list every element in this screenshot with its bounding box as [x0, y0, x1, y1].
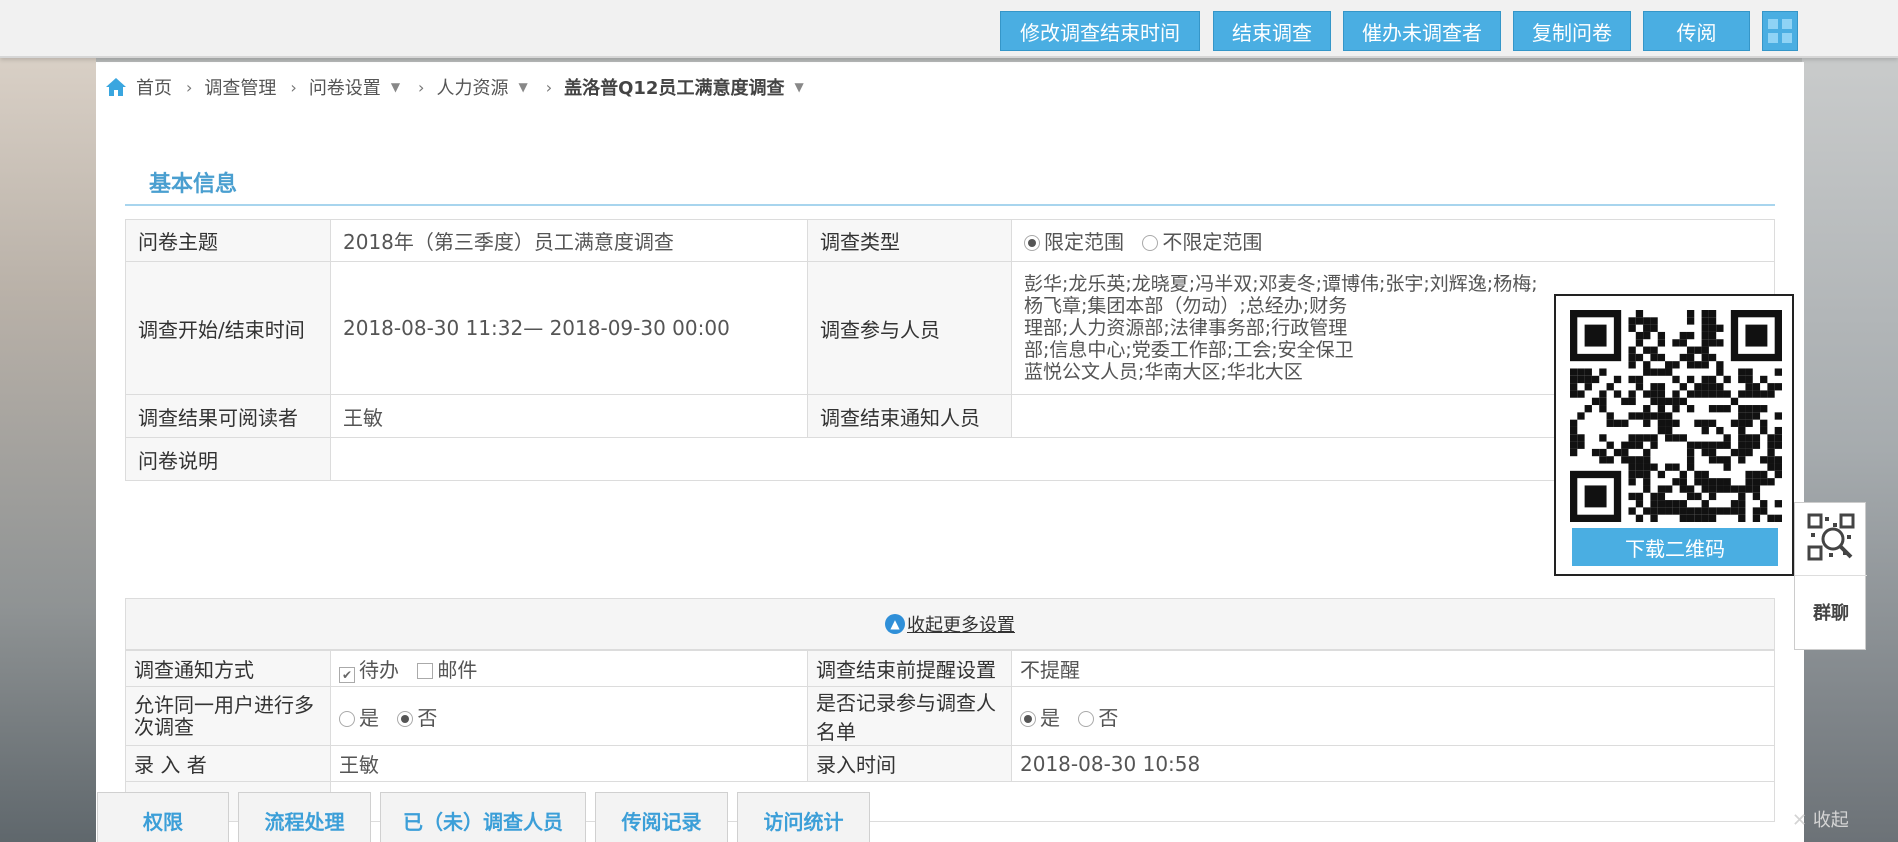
- type-options: 限定范围 不限定范围: [1011, 219, 1775, 262]
- tab-visit-stats[interactable]: 访问统计: [737, 792, 870, 842]
- multi-label: 允许同一用户进行多次调查: [125, 686, 331, 746]
- qr-code-image: [1570, 310, 1782, 522]
- time-label: 调查开始/结束时间: [125, 261, 331, 395]
- type-label: 调查类型: [807, 219, 1012, 262]
- breadcrumb-current: 盖洛普Q12员工满意度调查: [564, 78, 785, 99]
- side-widget: 群聊: [1794, 502, 1867, 650]
- end-survey-button[interactable]: 结束调查: [1213, 11, 1331, 51]
- radio-icon[interactable]: [1142, 235, 1159, 251]
- breadcrumb-separator-icon: ›: [418, 77, 425, 97]
- modify-end-time-button[interactable]: 修改调查结束时间: [1000, 11, 1200, 51]
- creator-value: 王敏: [330, 745, 808, 782]
- breadcrumb-hr[interactable]: 人力资源: [436, 74, 508, 100]
- radio-icon[interactable]: [1078, 710, 1095, 727]
- section-title: 基本信息: [149, 172, 238, 197]
- radio-icon[interactable]: [1024, 235, 1040, 251]
- multi-options: 是 否: [330, 686, 808, 746]
- tab-circulation-records[interactable]: 传阅记录: [595, 792, 728, 842]
- remind-value: 不提醒: [1011, 650, 1775, 687]
- participants-label: 调查参与人员: [807, 261, 1012, 395]
- description-label: 问卷说明: [125, 437, 331, 481]
- breadcrumb-separator-icon: ›: [186, 77, 193, 97]
- background-left: [0, 58, 96, 842]
- tab-workflow[interactable]: 流程处理: [238, 792, 371, 842]
- time-value: 2018-08-30 11:32— 2018-09-30 00:00: [330, 261, 808, 395]
- subject-value: 2018年（第三季度）员工满意度调查: [330, 219, 808, 262]
- multi-no-option[interactable]: 否: [397, 706, 437, 730]
- chevron-down-icon[interactable]: ▼: [518, 80, 527, 94]
- created-time-value: 2018-08-30 10:58: [1011, 745, 1775, 782]
- home-icon[interactable]: [104, 75, 128, 99]
- type-option-unlimited[interactable]: 不限定范围: [1142, 230, 1262, 254]
- breadcrumb-survey-management[interactable]: 调查管理: [204, 74, 276, 100]
- remind-label: 调查结束前提醒设置: [807, 650, 1012, 687]
- radio-icon[interactable]: [1020, 710, 1036, 727]
- readers-value: 王敏: [330, 394, 808, 438]
- record-label: 是否记录参与调查人名单: [807, 686, 1012, 746]
- chevron-down-icon[interactable]: ▼: [794, 80, 803, 94]
- section-divider: [125, 204, 1775, 206]
- collapse-more-settings[interactable]: ▲ 收起更多设置: [125, 598, 1775, 650]
- close-icon[interactable]: ✕: [1792, 810, 1813, 831]
- record-yes-option[interactable]: 是: [1020, 706, 1060, 730]
- chevron-down-icon[interactable]: ▼: [391, 80, 400, 94]
- qr-code-popup: 下载二维码: [1554, 294, 1794, 576]
- notify-method-label: 调查通知方式: [125, 650, 331, 687]
- divider: [1795, 575, 1867, 576]
- notify-todo-option[interactable]: ✔ 待办: [339, 658, 399, 683]
- circulate-button[interactable]: 传阅: [1643, 11, 1750, 51]
- radio-icon[interactable]: [339, 710, 355, 727]
- checkbox-icon[interactable]: [417, 663, 434, 679]
- main-panel: 首页 › 调查管理 › 问卷设置 ▼ › 人力资源 ▼ › 盖洛普Q12员工满意…: [96, 62, 1804, 842]
- radio-icon[interactable]: [397, 710, 414, 727]
- notify-label: 调查结束通知人员: [807, 394, 1012, 438]
- breadcrumb-separator-icon: ›: [545, 77, 553, 97]
- tab-surveyed-users[interactable]: 已（未）调查人员: [380, 792, 586, 842]
- multi-yes-option[interactable]: 是: [339, 706, 379, 730]
- tab-permissions[interactable]: 权限: [97, 792, 229, 842]
- participants-line: 彭华;龙乐英;龙晓夏;冯半双;邓麦冬;谭博伟;张宇;刘辉逸;杨梅;: [1024, 273, 1538, 295]
- qr-scan-icon[interactable]: [1807, 513, 1855, 561]
- record-no-option[interactable]: 否: [1078, 706, 1118, 730]
- notify-email-option[interactable]: 邮件: [417, 658, 477, 682]
- collapse-hint[interactable]: ✕ 收起: [1792, 806, 1849, 832]
- background-right: [1802, 58, 1898, 842]
- readers-label: 调查结果可阅读者: [125, 394, 331, 438]
- breadcrumb: 首页 › 调查管理 › 问卷设置 ▼ › 人力资源 ▼ › 盖洛普Q12员工满意…: [104, 74, 816, 100]
- subject-label: 问卷主题: [125, 219, 331, 262]
- record-options: 是 否: [1011, 686, 1775, 746]
- created-time-label: 录入时间: [807, 745, 1012, 782]
- basic-info-table: 问卷主题 2018年（第三季度）员工满意度调查 调查类型 限定范围 不限定范围 …: [125, 219, 1775, 481]
- extra-settings-table: 调查通知方式 ✔ 待办 邮件 调查结束前提醒设置 不提醒 允许同一用户进行多次调查…: [125, 650, 1775, 822]
- creator-label: 录 入 者: [125, 745, 331, 782]
- notify-method-options: ✔ 待办 邮件: [330, 650, 808, 687]
- copy-survey-button[interactable]: 复制问卷: [1513, 11, 1631, 51]
- chevron-up-icon[interactable]: ▲: [885, 614, 905, 634]
- group-chat-button[interactable]: 群聊: [1795, 599, 1867, 625]
- checkbox-checked-icon[interactable]: ✔: [339, 667, 355, 683]
- breadcrumb-separator-icon: ›: [290, 77, 297, 97]
- collapse-more-label[interactable]: 收起更多设置: [907, 611, 1015, 637]
- type-option-limited[interactable]: 限定范围: [1024, 230, 1124, 254]
- top-toolbar: 修改调查结束时间 结束调查 催办未调查者 复制问卷 传阅: [0, 0, 1898, 58]
- urge-button[interactable]: 催办未调查者: [1343, 11, 1501, 51]
- download-qr-button[interactable]: 下载二维码: [1572, 528, 1778, 566]
- breadcrumb-survey-settings[interactable]: 问卷设置: [309, 74, 381, 100]
- app-grid-icon[interactable]: [1762, 11, 1798, 51]
- breadcrumb-home[interactable]: 首页: [136, 74, 172, 100]
